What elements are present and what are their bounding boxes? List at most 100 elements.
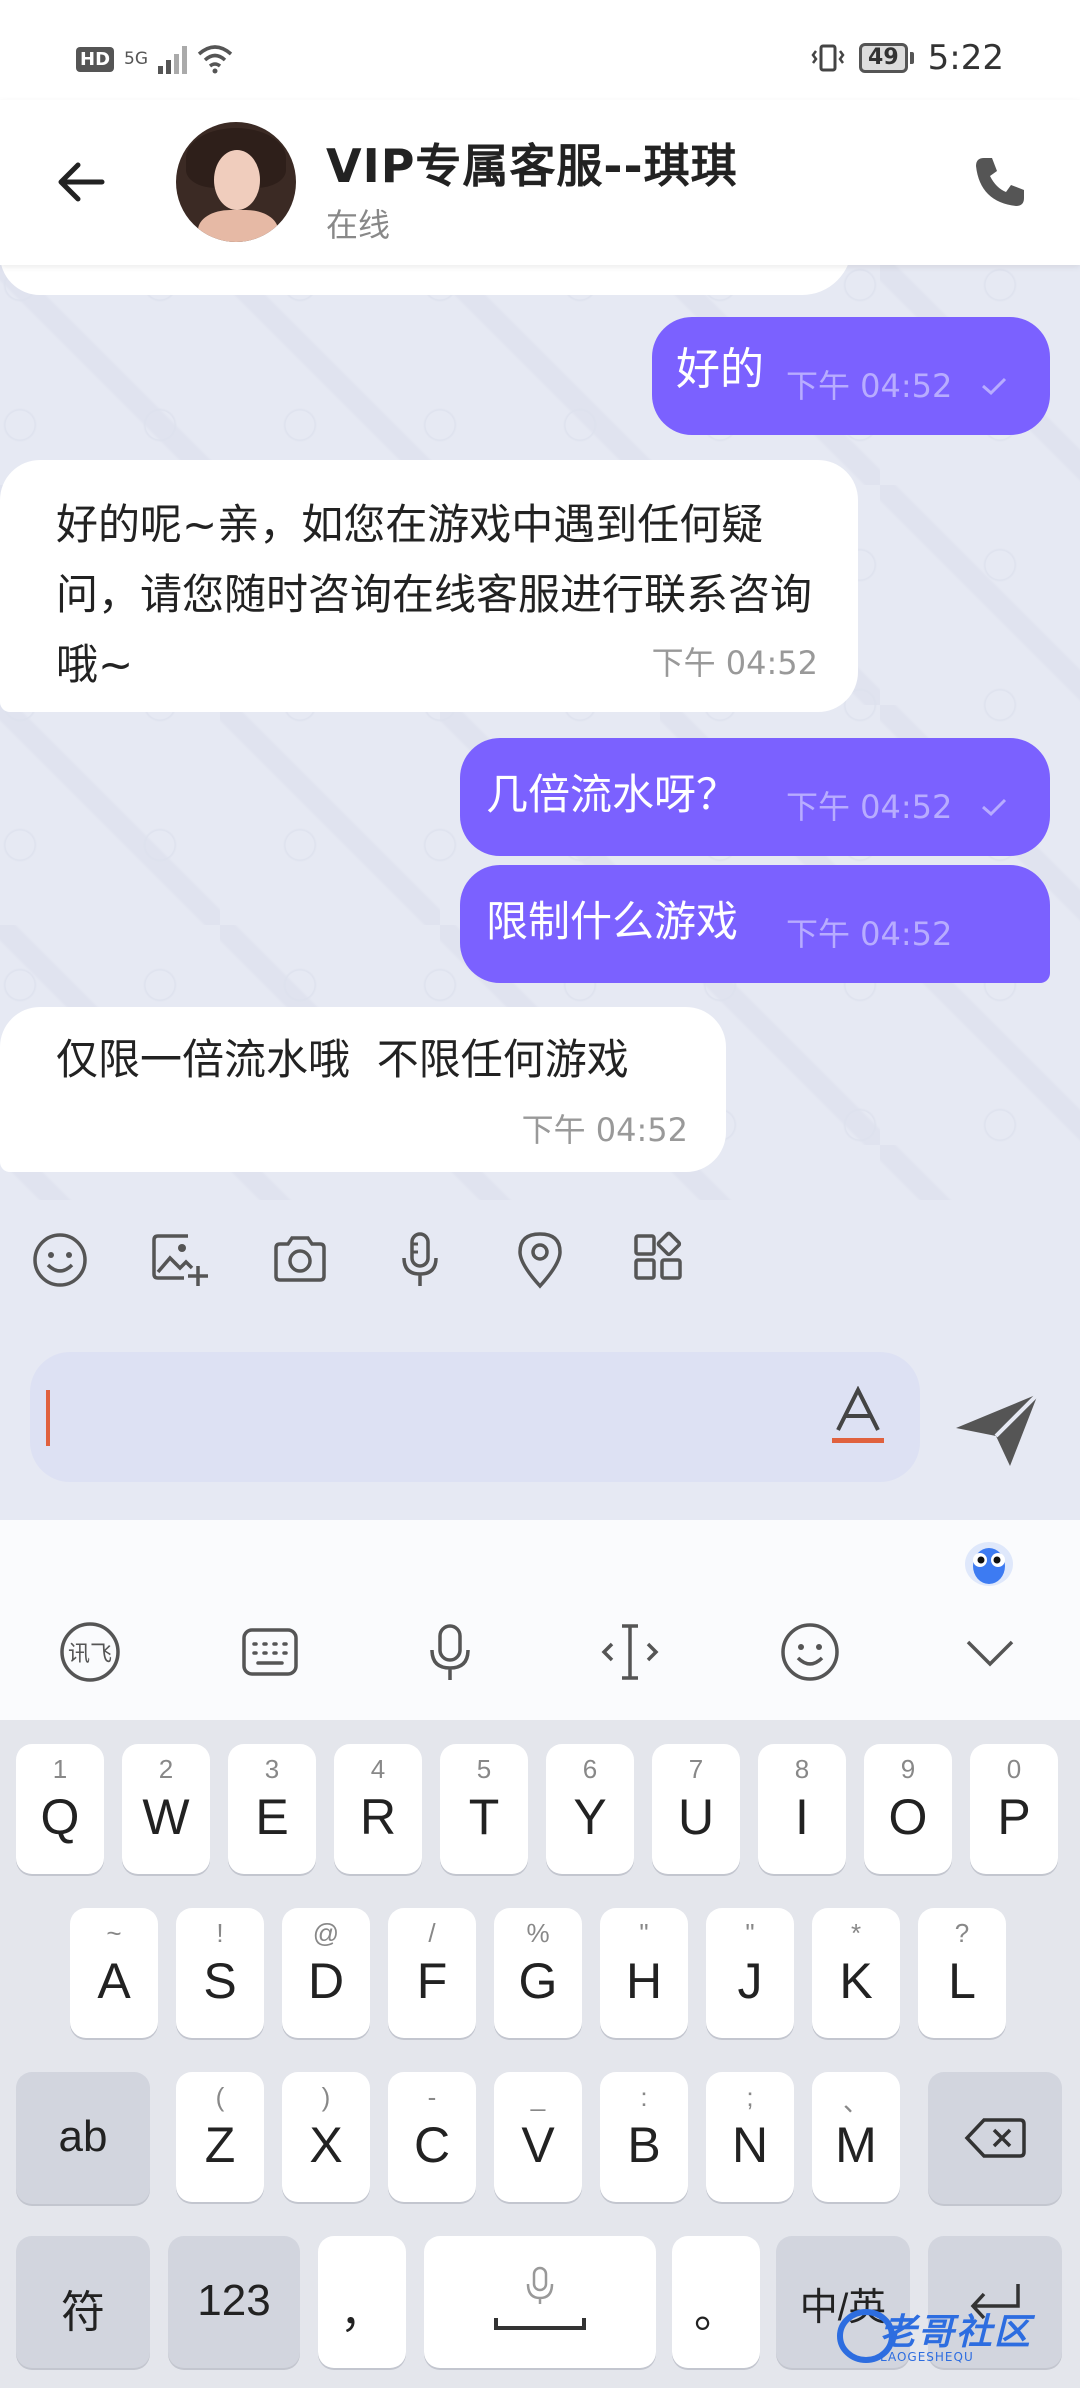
image-add-icon[interactable] — [150, 1230, 210, 1290]
key-a[interactable]: ~ A — [70, 1908, 158, 2038]
key-j[interactable]: " J — [706, 1908, 794, 2038]
message-text: 几倍流水呀？ — [486, 770, 739, 819]
key-s[interactable]: ! S — [176, 1908, 264, 2038]
chevron-down-icon[interactable] — [958, 1620, 1022, 1684]
key-u[interactable]: 7U — [652, 1744, 740, 1874]
status-left: HD 5G — [76, 44, 233, 74]
key-label: V — [521, 2117, 555, 2173]
battery-level: 49 — [859, 43, 908, 73]
key-label: Q — [40, 1789, 80, 1845]
key-secondary-label: 、 — [842, 2087, 869, 2117]
ime-mascot-icon[interactable] — [962, 1536, 1016, 1588]
key-label: D — [307, 1953, 345, 2009]
key-secondary-label: ; — [746, 2082, 754, 2112]
cursor-move-icon[interactable] — [598, 1620, 662, 1684]
key-label: P — [997, 1789, 1031, 1845]
emoji-keyboard-icon[interactable] — [778, 1620, 842, 1684]
key-backspace[interactable] — [928, 2072, 1062, 2204]
key-p[interactable]: 0P — [970, 1744, 1058, 1874]
phone-icon[interactable] — [970, 152, 1030, 212]
status-right: 49 5:22 — [811, 38, 1004, 78]
message-bubble-outgoing[interactable]: 限制什么游戏 下午 04:52 — [460, 865, 1050, 983]
key-z[interactable]: (Z — [176, 2072, 264, 2202]
keyboard-icon[interactable] — [238, 1620, 302, 1684]
key-n[interactable]: ; N — [706, 2072, 794, 2202]
key-secondary-label: 0 — [1006, 1754, 1022, 1784]
key-g[interactable]: % G — [494, 1908, 582, 2038]
camera-icon[interactable] — [270, 1230, 330, 1290]
message-time: 下午 04:52 — [786, 367, 953, 405]
message-time: 下午 04:52 — [521, 1111, 688, 1149]
key-secondary-label: - — [427, 2082, 437, 2112]
emoji-icon[interactable] — [30, 1230, 90, 1290]
key-secondary-label: ~ — [106, 1918, 122, 1948]
composer-area — [0, 1200, 1080, 1520]
key-label: F — [416, 1953, 448, 2009]
location-pin-icon[interactable] — [510, 1230, 570, 1290]
key-x[interactable]: ) X — [282, 2072, 370, 2202]
key-secondary-label: 2 — [158, 1754, 174, 1784]
text-format-icon[interactable] — [830, 1386, 886, 1446]
key-symbols[interactable]: 符 — [16, 2236, 150, 2368]
battery-icon: 49 — [859, 43, 914, 73]
key-ab[interactable]: ab — [16, 2072, 150, 2204]
key-space[interactable] — [424, 2236, 656, 2368]
send-icon[interactable] — [952, 1390, 1042, 1470]
watermark-subtext: LAOGESHEQU — [880, 2350, 974, 2364]
voice-input-icon[interactable] — [418, 1620, 482, 1684]
key-secondary-label: / — [428, 1918, 436, 1948]
key-k[interactable]: * K — [812, 1908, 900, 2038]
key-e[interactable]: 3E — [228, 1744, 316, 1874]
key-label: K — [839, 1953, 873, 2009]
key-comma[interactable]: ， — [318, 2236, 406, 2368]
key-o[interactable]: 9O — [864, 1744, 952, 1874]
key-numbers[interactable]: 123 — [168, 2236, 300, 2368]
watermark-text: 老哥社区 — [880, 2312, 1033, 2353]
key-period[interactable]: 。 — [672, 2236, 760, 2368]
key-label: Z — [204, 2117, 236, 2173]
key-v[interactable]: _ V — [494, 2072, 582, 2202]
key-f[interactable]: / F — [388, 1908, 476, 2038]
microphone-icon[interactable] — [390, 1230, 450, 1290]
key-c[interactable]: -C — [388, 2072, 476, 2202]
read-check-icon — [982, 798, 1007, 817]
key-secondary-label: " — [745, 1918, 755, 1948]
wifi-icon — [197, 45, 233, 74]
key-label: I — [795, 1789, 809, 1845]
apps-grid-icon[interactable] — [630, 1230, 690, 1290]
message-bubble-outgoing[interactable]: 几倍流水呀？ 下午 04:52 — [460, 738, 1050, 856]
message-input[interactable] — [30, 1352, 920, 1482]
key-r[interactable]: 4R — [334, 1744, 422, 1874]
message-text: 限制什么游戏 — [486, 897, 739, 946]
ime-toolbar: 讯飞 — [0, 1520, 1080, 1720]
key-w[interactable]: 2W — [122, 1744, 210, 1874]
message-bubble-incoming[interactable]: 仅限一倍流水哦 不限任何游戏 下午 04:52 — [0, 1007, 726, 1172]
key-label: S — [203, 1953, 237, 2009]
key-d[interactable]: @ D — [282, 1908, 370, 2038]
key-secondary-label: * — [850, 1918, 862, 1948]
key-secondary-label: _ — [530, 2082, 546, 2112]
key-secondary-label: ? — [954, 1918, 970, 1948]
ime-logo-icon[interactable]: 讯飞 — [58, 1620, 122, 1684]
key-q[interactable]: 1Q — [16, 1744, 104, 1874]
key-b[interactable]: :B — [600, 2072, 688, 2202]
message-list[interactable]: 好的 下午 04:52 好的呢~亲，如您在游戏中遇到任何疑问，请您随时咨询在线客… — [0, 265, 1080, 1200]
key-label: Y — [573, 1789, 607, 1845]
back-arrow-icon[interactable] — [52, 152, 112, 212]
key-secondary-label: " — [639, 1918, 649, 1948]
network-type: 5G — [124, 48, 149, 69]
key-h[interactable]: " H — [600, 1908, 688, 2038]
key-secondary-label: 4 — [370, 1754, 386, 1784]
avatar[interactable] — [176, 122, 296, 242]
message-time: 下午 04:52 — [786, 915, 953, 953]
key-m[interactable]: 、 M — [812, 2072, 900, 2202]
key-label: G — [518, 1953, 558, 2009]
message-bubble-outgoing[interactable]: 好的 下午 04:52 — [652, 317, 1050, 435]
message-bubble-incoming[interactable]: 好的呢~亲，如您在游戏中遇到任何疑问，请您随时咨询在线客服进行联系咨询哦~ 下午… — [0, 460, 858, 712]
key-y[interactable]: 6Y — [546, 1744, 634, 1874]
key-t[interactable]: 5T — [440, 1744, 528, 1874]
key-label: L — [948, 1953, 976, 2009]
key-label: M — [835, 2117, 877, 2173]
key-i[interactable]: 8I — [758, 1744, 846, 1874]
key-l[interactable]: ? L — [918, 1908, 1006, 2038]
